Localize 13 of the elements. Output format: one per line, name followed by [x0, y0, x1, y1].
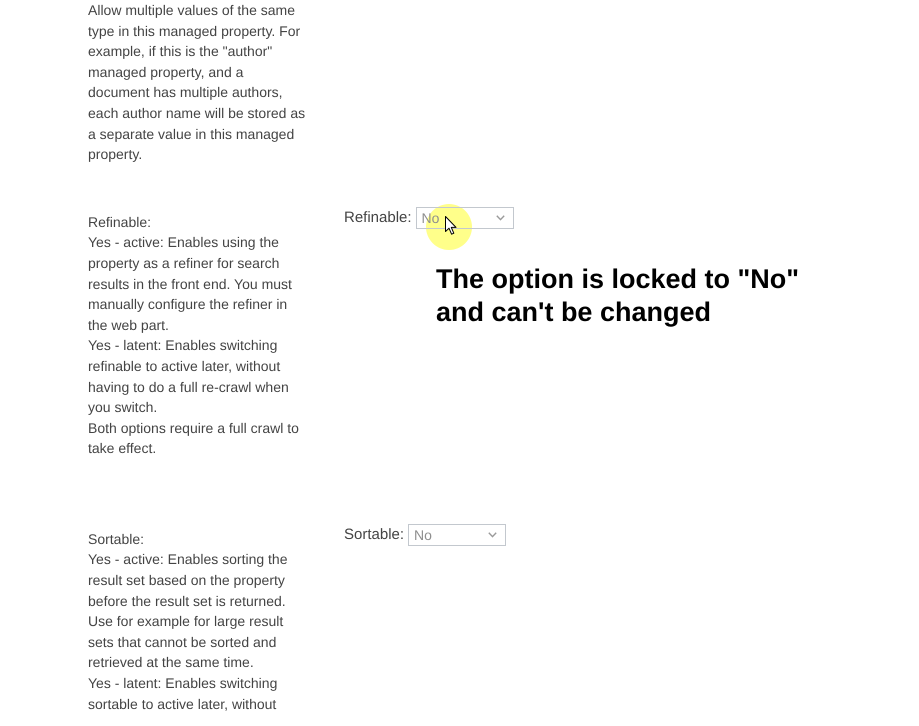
- description-text: Both options require a full crawl to take effect.: [88, 418, 300, 458]
- description-text: Yes - latent: Enables switching refinable to active later, without having to do a full re-crawl when you switch.: [88, 336, 290, 418]
- description-text: Yes - latent: Enables switching sortable to active later, without: [88, 674, 278, 714]
- chevron-down-icon: [488, 532, 498, 538]
- description-text: Yes - active: Enables using the property as a refiner for search results in the front end. You must manually configure the refiner in the web part.: [88, 233, 293, 335]
- field-label: Refinable:: [344, 209, 412, 226]
- chevron-down-icon: [496, 214, 505, 221]
- description-text: Sortable:: [88, 530, 146, 549]
- field-label: Sortable:: [344, 526, 404, 544]
- description-text: Yes - active: Enables sorting the result set based on the property before the result set is returned. Use for example for large result sets that cannot be sorted and retrieved at the same time.: [88, 550, 288, 672]
- description-text: Allow multiple values of the same type in this managed property. For example, if this is the "author" managed property, and a document has multiple authors, each author name will be stored as a separate value in this managed property.: [88, 1, 306, 164]
- description-text: Refinable:: [88, 212, 152, 232]
- annotation-text: The option is locked to "No" and can't be changed: [436, 262, 800, 329]
